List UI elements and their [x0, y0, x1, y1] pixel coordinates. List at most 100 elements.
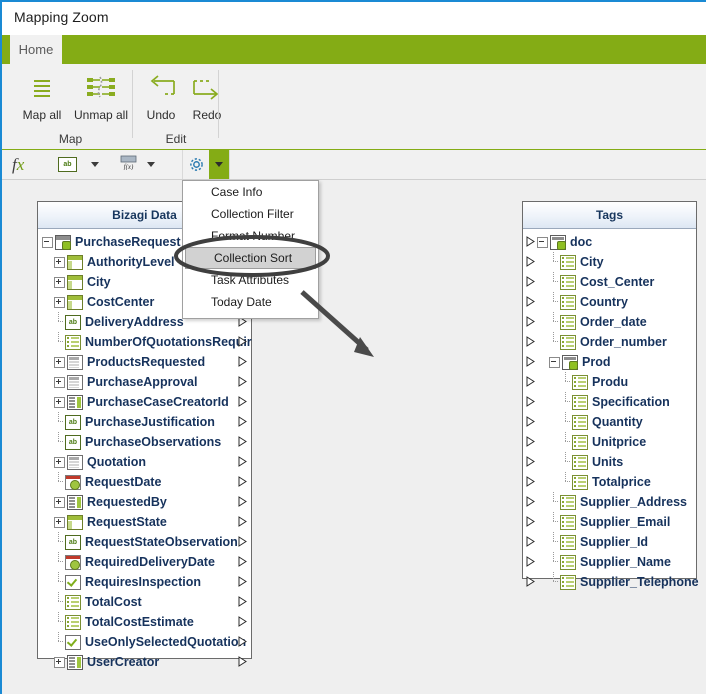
expand-plus-icon[interactable] — [54, 456, 65, 468]
row-connector-triangle[interactable] — [526, 256, 535, 267]
menu-item-case-info[interactable]: Case Info — [183, 181, 318, 203]
tree-row[interactable]: ProductsRequested — [38, 352, 251, 372]
row-connector-triangle[interactable] — [238, 416, 247, 427]
tree-row[interactable]: City — [523, 252, 696, 272]
row-connector-triangle[interactable] — [526, 416, 535, 427]
redo-button[interactable]: Redo — [179, 70, 235, 132]
tree-row[interactable]: Supplier_Telephone — [523, 572, 699, 592]
row-connector-triangle[interactable] — [526, 356, 535, 367]
gear-dropdown-toggle[interactable] — [209, 150, 229, 179]
row-connector-triangle[interactable] — [526, 456, 535, 467]
row-connector-triangle[interactable] — [526, 236, 535, 247]
row-connector-triangle[interactable] — [238, 536, 247, 547]
row-connector-triangle[interactable] — [526, 276, 535, 287]
tree-row[interactable]: Supplier_Email — [523, 512, 696, 532]
row-connector-triangle[interactable] — [238, 436, 247, 447]
tree-row[interactable]: Quantity — [523, 412, 696, 432]
row-connector-triangle[interactable] — [238, 376, 247, 387]
row-connector-triangle[interactable] — [526, 536, 535, 547]
tree-row[interactable]: ab RequestStateObservation — [38, 532, 251, 552]
tree-row[interactable]: RequiresInspection — [38, 572, 251, 592]
row-connector-triangle[interactable] — [238, 616, 247, 627]
expand-plus-icon[interactable] — [54, 396, 65, 408]
fx-button[interactable]: fx — [12, 150, 24, 179]
tree-row[interactable]: RequestState — [38, 512, 251, 532]
row-connector-triangle[interactable] — [238, 356, 247, 367]
row-connector-triangle[interactable] — [526, 336, 535, 347]
tree-row[interactable]: Country — [523, 292, 696, 312]
tree-row[interactable]: Order_date — [523, 312, 696, 332]
row-connector-triangle[interactable] — [238, 336, 247, 347]
tree-row[interactable]: Totalprice — [523, 472, 696, 492]
row-connector-triangle[interactable] — [238, 456, 247, 467]
row-connector-triangle[interactable] — [238, 576, 247, 587]
tree-row[interactable]: doc — [523, 232, 696, 252]
expand-plus-icon[interactable] — [54, 376, 65, 388]
menu-item-collection-filter[interactable]: Collection Filter — [183, 203, 318, 225]
tree-row[interactable]: Prod — [523, 352, 696, 372]
tree-row[interactable]: Produ — [523, 372, 696, 392]
tree-row[interactable]: Order_number — [523, 332, 696, 352]
row-connector-triangle[interactable] — [238, 396, 247, 407]
string-mapping-button[interactable]: ab — [58, 150, 99, 179]
number-format-button[interactable]: f(x) — [120, 150, 155, 179]
expand-plus-icon[interactable] — [54, 516, 65, 528]
row-connector-triangle[interactable] — [526, 496, 535, 507]
row-connector-triangle[interactable] — [526, 436, 535, 447]
tree-row[interactable]: PurchaseApproval — [38, 372, 251, 392]
row-connector-triangle[interactable] — [526, 556, 535, 567]
tree-row[interactable]: TotalCost — [38, 592, 251, 612]
map-all-button[interactable]: Map all — [14, 70, 70, 132]
tree-row[interactable]: Supplier_Name — [523, 552, 696, 572]
row-connector-triangle[interactable] — [526, 516, 535, 527]
tree-row[interactable]: RequestDate — [38, 472, 251, 492]
tree-row[interactable]: Cost_Center — [523, 272, 696, 292]
tree-row[interactable]: RequiredDeliveryDate — [38, 552, 251, 572]
row-connector-triangle[interactable] — [526, 396, 535, 407]
menu-item-task-attributes[interactable]: Task Attributes — [183, 269, 318, 291]
tree-row[interactable]: Supplier_Id — [523, 532, 696, 552]
row-connector-triangle[interactable] — [526, 296, 535, 307]
tree-row[interactable]: TotalCostEstimate — [38, 612, 251, 632]
tree-row[interactable]: ab PurchaseJustification — [38, 412, 251, 432]
expand-plus-icon[interactable] — [54, 256, 65, 268]
expand-plus-icon[interactable] — [54, 356, 65, 368]
tree-row[interactable]: Specification — [523, 392, 696, 412]
menu-item-today-date[interactable]: Today Date — [183, 291, 318, 313]
row-connector-triangle[interactable] — [526, 576, 535, 587]
collapse-minus-icon[interactable] — [42, 236, 53, 248]
row-connector-triangle[interactable] — [238, 596, 247, 607]
expand-plus-icon[interactable] — [54, 296, 65, 308]
tree-row[interactable]: ab PurchaseObservations — [38, 432, 251, 452]
row-connector-triangle[interactable] — [238, 636, 247, 647]
chevron-down-icon[interactable] — [91, 162, 99, 167]
collapse-minus-icon[interactable] — [549, 356, 560, 368]
row-connector-triangle[interactable] — [526, 376, 535, 387]
tree-row[interactable]: PurchaseCaseCreatorId — [38, 392, 251, 412]
row-connector-triangle[interactable] — [238, 556, 247, 567]
expand-plus-icon[interactable] — [54, 656, 65, 668]
tree-row[interactable]: NumberOfQuotationsRequir — [38, 332, 252, 352]
menu-item-format-number[interactable]: Format Number — [183, 225, 318, 247]
tree-row[interactable]: Unitprice — [523, 432, 696, 452]
tab-home[interactable]: Home — [10, 35, 62, 64]
tree-row[interactable]: Supplier_Address — [523, 492, 696, 512]
row-connector-triangle[interactable] — [238, 516, 247, 527]
expand-plus-icon[interactable] — [54, 276, 65, 288]
row-connector-triangle[interactable] — [526, 476, 535, 487]
collapse-minus-icon[interactable] — [537, 236, 548, 248]
expand-plus-icon[interactable] — [54, 496, 65, 508]
gear-button[interactable] — [183, 150, 209, 179]
tree-row[interactable]: RequestedBy — [38, 492, 251, 512]
tree-row[interactable]: UseOnlySelectedQuotation — [38, 632, 251, 652]
chevron-down-icon-2[interactable] — [147, 162, 155, 167]
row-connector-triangle[interactable] — [526, 316, 535, 327]
unmap-all-button[interactable]: Unmap all — [68, 70, 134, 132]
menu-item-collection-sort[interactable]: Collection Sort — [185, 247, 316, 269]
row-connector-triangle[interactable] — [238, 476, 247, 487]
row-connector-triangle[interactable] — [238, 496, 247, 507]
row-connector-triangle[interactable] — [238, 656, 247, 667]
tree-row[interactable]: UserCreator — [38, 652, 251, 672]
tree-row[interactable]: Quotation — [38, 452, 251, 472]
tree-row[interactable]: Units — [523, 452, 696, 472]
